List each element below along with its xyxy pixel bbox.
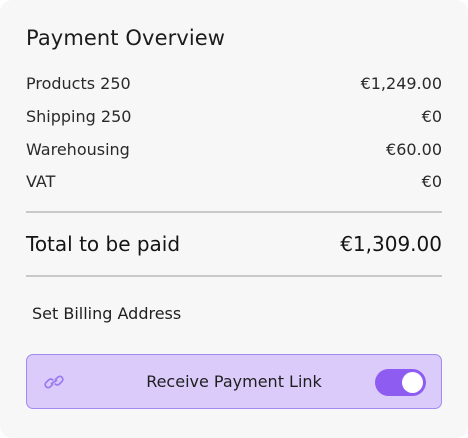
line-item-label: VAT bbox=[26, 171, 56, 191]
line-item-warehousing: Warehousing €60.00 bbox=[26, 137, 442, 161]
total-row: Total to be paid €1,309.00 bbox=[26, 229, 442, 259]
receive-payment-link-option[interactable]: Receive Payment Link bbox=[26, 354, 442, 409]
card-title: Payment Overview bbox=[26, 26, 226, 50]
line-item-label: Products 250 bbox=[26, 73, 131, 93]
line-item-amount: €1,249.00 bbox=[360, 73, 442, 93]
line-item-amount: €0 bbox=[421, 106, 442, 126]
line-item-shipping: Shipping 250 €0 bbox=[26, 104, 442, 128]
line-item-vat: VAT €0 bbox=[26, 169, 442, 193]
payment-link-toggle[interactable] bbox=[375, 369, 426, 396]
total-label: Total to be paid bbox=[26, 232, 181, 256]
line-item-label: Warehousing bbox=[26, 139, 130, 159]
set-billing-address-link[interactable]: Set Billing Address bbox=[32, 304, 181, 323]
divider bbox=[26, 211, 442, 213]
divider bbox=[26, 275, 442, 277]
toggle-knob bbox=[402, 372, 423, 393]
line-item-amount: €0 bbox=[421, 171, 442, 191]
line-item-amount: €60.00 bbox=[386, 139, 442, 159]
payment-overview-card: Payment Overview Products 250 €1,249.00 … bbox=[0, 0, 468, 438]
total-amount: €1,309.00 bbox=[340, 232, 442, 256]
line-item-products: Products 250 €1,249.00 bbox=[26, 71, 442, 95]
line-item-label: Shipping 250 bbox=[26, 106, 132, 126]
